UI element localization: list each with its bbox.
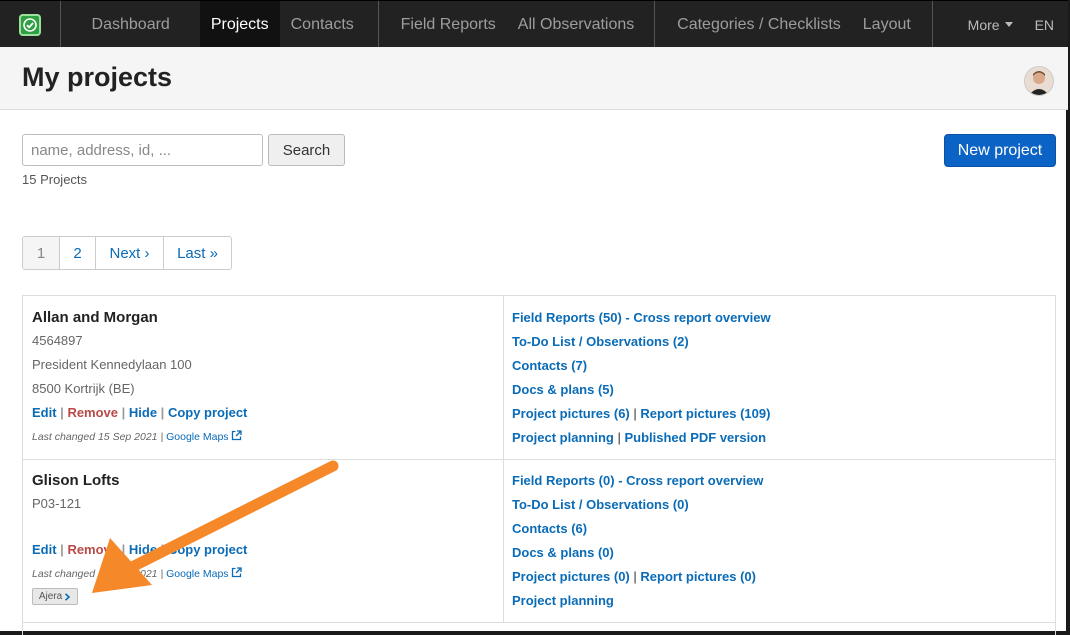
last-changed: Last changed 15 Sep 2021 <box>32 431 158 443</box>
edit-link[interactable]: Edit <box>32 405 57 420</box>
page-1-link[interactable]: 1 <box>23 237 60 269</box>
docs-plans-link[interactable]: Docs & plans (0) <box>512 545 614 560</box>
field-reports-link[interactable]: Field Reports (50) <box>512 310 622 325</box>
project-pictures-link[interactable]: Project pictures (6) <box>512 406 630 421</box>
more-label: More <box>967 16 1000 33</box>
logo-link[interactable] <box>0 1 60 48</box>
project-pictures-link[interactable]: Project pictures (0) <box>512 569 630 584</box>
report-pictures-link[interactable]: Report pictures (0) <box>640 569 756 584</box>
cross-report-overview-link[interactable]: Cross report overview <box>626 473 763 488</box>
top-navbar: Dashboard Projects Contacts Field Report… <box>0 0 1068 48</box>
page-title: My projects <box>22 62 173 92</box>
project-count: 15 Projects <box>22 172 88 187</box>
projects-table: Allan and Morgan 4564897 President Kenne… <box>22 295 1056 635</box>
copy-project-link[interactable]: Copy project <box>168 405 247 420</box>
chevron-right-icon <box>65 592 71 601</box>
user-avatar[interactable] <box>1024 66 1054 96</box>
remove-link[interactable]: Remove <box>67 542 118 557</box>
nav-all-observations[interactable]: All Observations <box>507 1 646 48</box>
app-window: Dashboard Projects Contacts Field Report… <box>0 0 1068 635</box>
project-actions: Edit | Remove | Hide | Copy project <box>32 542 248 557</box>
todo-observations-link[interactable]: To-Do List / Observations (2) <box>512 334 689 349</box>
last-page-link[interactable]: Last » <box>164 237 231 269</box>
page-header: My projects <box>0 47 1068 110</box>
project-city: 8500 Kortrijk (BE) <box>32 381 135 396</box>
edit-link[interactable]: Edit <box>32 542 57 557</box>
external-link-icon <box>231 567 242 578</box>
project-planning-link[interactable]: Project planning <box>512 430 614 445</box>
last-changed: Last changed 15 Sep 2021 <box>32 568 158 580</box>
caret-down-icon <box>1004 22 1013 27</box>
google-maps-link[interactable]: Google Maps <box>166 567 242 580</box>
app-logo-icon <box>18 13 41 36</box>
todo-observations-link[interactable]: To-Do List / Observations (0) <box>512 497 689 512</box>
project-info-cell: Glison Lofts P03-121 Edit | Remove | Hid… <box>23 459 504 622</box>
docs-plans-link[interactable]: Docs & plans (5) <box>512 382 614 397</box>
table-row: Glison Lofts P03-121 Edit | Remove | Hid… <box>23 459 1055 623</box>
project-name: Allan and Morgan <box>32 309 158 326</box>
report-pictures-link[interactable]: Report pictures (109) <box>640 406 770 421</box>
copy-project-link[interactable]: Copy project <box>168 542 247 557</box>
nav-layout[interactable]: Layout <box>852 1 922 48</box>
nav-projects[interactable]: Projects <box>199 1 280 48</box>
ajera-badge[interactable]: Ajera <box>32 588 78 605</box>
project-planning-link[interactable]: Project planning <box>512 593 614 608</box>
new-project-button[interactable]: New project <box>944 134 1056 167</box>
nav-categories-checklists[interactable]: Categories / Checklists <box>666 1 852 48</box>
project-info-cell: Allan and Morgan 4564897 President Kenne… <box>23 296 504 459</box>
table-row: Allan and Morgan 4564897 President Kenne… <box>23 296 1055 460</box>
more-dropdown[interactable]: More <box>933 1 1027 48</box>
project-name: Glison Lofts <box>32 472 120 489</box>
project-id: 4564897 <box>32 333 83 348</box>
project-id: P03-121 <box>32 496 82 511</box>
search-button[interactable]: Search <box>268 134 345 166</box>
language-switch[interactable]: EN <box>1027 1 1068 48</box>
field-reports-link[interactable]: Field Reports (0) <box>512 473 615 488</box>
cross-report-overview-link[interactable]: Cross report overview <box>633 310 770 325</box>
external-link-icon <box>231 430 242 441</box>
nav-field-reports[interactable]: Field Reports <box>390 1 507 48</box>
search-input[interactable] <box>22 134 263 166</box>
pagination: 1 2 Next › Last » <box>22 236 232 270</box>
project-meta: Last changed 15 Sep 2021 | Google Maps <box>32 430 242 443</box>
nav-dashboard[interactable]: Dashboard <box>81 1 181 48</box>
project-actions: Edit | Remove | Hide | Copy project <box>32 405 248 420</box>
ajera-label: Ajera <box>38 591 63 602</box>
project-meta: Last changed 15 Sep 2021 | Google Maps <box>32 567 242 580</box>
project-address: President Kennedylaan 100 <box>32 357 192 372</box>
google-maps-link[interactable]: Google Maps <box>166 430 242 443</box>
nav-contacts[interactable]: Contacts <box>280 1 365 48</box>
hide-link[interactable]: Hide <box>129 405 157 420</box>
project-links-cell: Field Reports (50) - Cross report overvi… <box>512 310 771 445</box>
contacts-link[interactable]: Contacts (6) <box>512 521 587 536</box>
contacts-link[interactable]: Contacts (7) <box>512 358 587 373</box>
page-2-link[interactable]: 2 <box>60 237 96 269</box>
remove-link[interactable]: Remove <box>67 405 118 420</box>
project-links-cell: Field Reports (0) - Cross report overvie… <box>512 473 764 608</box>
hide-link[interactable]: Hide <box>129 542 157 557</box>
next-page-link[interactable]: Next › <box>96 237 164 269</box>
published-pdf-link[interactable]: Published PDF version <box>624 430 766 445</box>
